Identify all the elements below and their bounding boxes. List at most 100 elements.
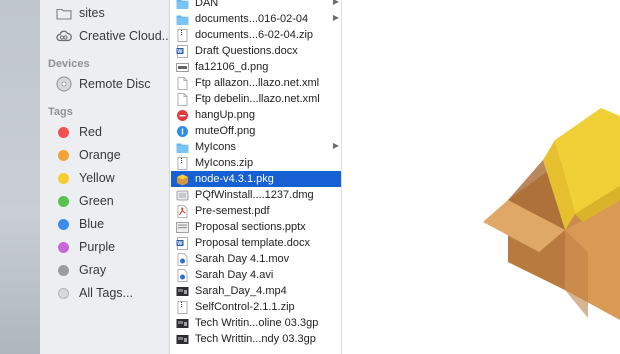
red-circle-icon [176, 109, 189, 122]
file-name: SelfControl-2.1.1.zip [195, 301, 295, 313]
file-row[interactable]: Tech Writtin...ndy 03.3gp [171, 331, 341, 347]
sidebar-item-label: Yellow [79, 171, 115, 185]
file-row[interactable]: fa12106_d.png [171, 59, 341, 75]
disclosure-arrow-icon: ▶ [332, 141, 339, 150]
zip-icon [176, 28, 189, 42]
dmg-icon [176, 189, 189, 202]
finder-sidebar: sites Creative Cloud... Devices Remote D… [40, 0, 170, 354]
file-row[interactable]: Sarah Day 4.avi [171, 267, 341, 283]
file-name: Ftp debelin...llazo.net.xml [195, 93, 320, 105]
creative-cloud-icon [56, 28, 72, 44]
file-name: fa12106_d.png [195, 61, 269, 73]
file-row[interactable]: Sarah Day 4.1.mov [171, 251, 341, 267]
file-row[interactable]: Pre-semest.pdf [171, 203, 341, 219]
tag-color-dot-icon [58, 241, 69, 253]
movie-icon [176, 268, 189, 282]
file-row[interactable]: documents...6-02-04.zip [171, 27, 341, 43]
sidebar-item-label: Purple [79, 240, 116, 254]
sidebar-item-tag[interactable]: Red [56, 122, 102, 142]
sidebar-item-tag[interactable]: Blue [56, 214, 104, 234]
sidebar-item-tag[interactable]: Gray [56, 260, 106, 280]
pptx-icon [176, 221, 189, 234]
svg-text:W: W [177, 49, 183, 55]
sidebar-item-label: Remote Disc [79, 77, 151, 91]
file-row[interactable]: SelfControl-2.1.1.zip [171, 299, 341, 315]
xml-icon [176, 76, 189, 90]
sidebar-item-label: Blue [79, 217, 105, 231]
file-row[interactable]: Tech Writin...oline 03.3gp [171, 315, 341, 331]
sidebar-item-label: Green [79, 194, 114, 208]
video-thumb-icon [176, 317, 189, 330]
file-row[interactable]: Ftp allazon...llazo.net.xml [171, 75, 341, 91]
file-name: Proposal template.docx [195, 237, 310, 249]
sidebar-item-tag[interactable]: Orange [56, 145, 121, 165]
file-row[interactable]: MyIcons.zip [171, 155, 341, 171]
file-name: Sarah Day 4.1.mov [195, 253, 290, 265]
file-name: documents...6-02-04.zip [195, 29, 314, 41]
sidebar-item-creative-cloud[interactable]: Creative Cloud... [56, 26, 169, 46]
file-name: Pre-semest.pdf [195, 205, 270, 217]
sidebar-item-remote-disc[interactable]: Remote Disc [56, 74, 151, 94]
sidebar-item-label: sites [79, 6, 105, 20]
file-row[interactable]: W Proposal template.docx [171, 235, 341, 251]
file-name: Proposal sections.pptx [195, 221, 306, 233]
folder-icon [56, 5, 72, 21]
file-list-column: DAN ▶ documents...016-02-04 ▶ documents...6-… [171, 0, 342, 354]
file-name: Sarah Day 4.avi [195, 269, 274, 281]
movie-icon [176, 252, 189, 266]
xml-icon [176, 92, 189, 106]
devices-header: Devices [48, 58, 90, 70]
tag-color-dot-icon [58, 264, 69, 276]
file-row[interactable]: MyIcons ▶ [171, 139, 341, 155]
file-row[interactable]: DAN ▶ [171, 0, 341, 11]
package-preview-icon [483, 108, 620, 320]
file-name: DAN [195, 0, 219, 9]
file-row[interactable]: Ftp debelin...llazo.net.xml [171, 91, 341, 107]
zip-icon [176, 300, 189, 314]
tag-color-dot-icon [58, 126, 69, 138]
disclosure-arrow-icon: ▶ [332, 0, 339, 6]
file-row-selected[interactable]: node-v4.3.1.pkg [171, 171, 341, 187]
file-row[interactable]: PQfWinstall....1237.dmg [171, 187, 341, 203]
file-row[interactable]: Sarah_Day_4.mp4 [171, 283, 341, 299]
sidebar-item-tag[interactable]: Yellow [56, 168, 115, 188]
file-row[interactable]: hangUp.png [171, 107, 341, 123]
sidebar-item-tag[interactable]: Purple [56, 237, 115, 257]
tag-color-dot-icon [58, 287, 69, 299]
file-name: Tech Writtin...ndy 03.3gp [195, 333, 316, 345]
file-row[interactable]: Proposal sections.pptx [171, 219, 341, 235]
tag-color-dot-icon [58, 218, 69, 230]
file-name: hangUp.png [195, 109, 255, 121]
zip-icon [176, 156, 189, 170]
sidebar-item-tag[interactable]: All Tags... [56, 283, 133, 303]
tags-header: Tags [48, 106, 73, 118]
image-icon [176, 61, 189, 74]
disclosure-arrow-icon: ▶ [332, 13, 339, 22]
sidebar-item-sites[interactable]: sites [56, 3, 105, 23]
preview-pane [343, 0, 620, 354]
video-thumb-icon [176, 285, 189, 298]
file-name: Sarah_Day_4.mp4 [195, 285, 287, 297]
pdf-icon [176, 204, 189, 218]
sidebar-item-label: Gray [79, 263, 107, 277]
file-row[interactable]: muteOff.png [171, 123, 341, 139]
svg-text:W: W [177, 241, 183, 247]
file-name: node-v4.3.1.pkg [195, 173, 274, 185]
tag-color-dot-icon [58, 149, 69, 161]
file-row[interactable]: W Draft Questions.docx [171, 43, 341, 59]
blue-circle-icon [176, 125, 189, 138]
file-name: documents...016-02-04 [195, 13, 309, 25]
tag-color-dot-icon [58, 172, 69, 184]
folder-icon [176, 13, 189, 26]
file-name: PQfWinstall....1237.dmg [195, 189, 314, 201]
folder-icon [176, 0, 189, 10]
file-row[interactable]: documents...016-02-04 ▶ [171, 11, 341, 27]
sidebar-item-label: Red [79, 125, 102, 139]
package-icon [176, 173, 189, 186]
disc-icon [56, 76, 72, 92]
file-name: MyIcons [195, 141, 236, 153]
sidebar-item-tag[interactable]: Green [56, 191, 114, 211]
tag-color-dot-icon [58, 195, 69, 207]
file-name: Tech Writin...oline 03.3gp [195, 317, 319, 329]
file-name: Draft Questions.docx [195, 45, 298, 57]
